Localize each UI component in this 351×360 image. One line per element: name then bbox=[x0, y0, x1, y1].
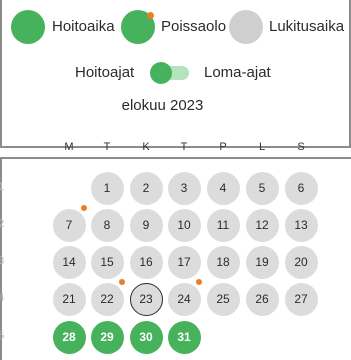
day-cell[interactable]: 4 bbox=[206, 171, 240, 205]
day-cell[interactable]: 12 bbox=[245, 208, 279, 242]
legend: Hoitoaika Poissaolo Lukitusaika bbox=[0, 8, 351, 48]
day-cell[interactable]: 8 bbox=[90, 208, 124, 242]
day-cell[interactable]: 1 bbox=[90, 171, 124, 205]
day-cell[interactable]: 22 bbox=[90, 282, 124, 316]
absence-marker-icon bbox=[119, 279, 125, 285]
week-number: 33 bbox=[0, 255, 5, 267]
week-number: 32 bbox=[0, 218, 5, 230]
legend-label-lukitusaika: Lukitusaika bbox=[269, 18, 345, 35]
day-cell[interactable]: 3 bbox=[167, 171, 201, 205]
day-cell[interactable]: 19 bbox=[245, 245, 279, 279]
day-cell[interactable]: 10 bbox=[167, 208, 201, 242]
weekday-header: T bbox=[180, 141, 188, 153]
day-cell[interactable]: 29 bbox=[90, 320, 124, 354]
legend-label-hoitoaika: Hoitoaika bbox=[52, 18, 115, 35]
view-toggle-thumb[interactable] bbox=[150, 62, 172, 84]
day-cell[interactable]: 18 bbox=[206, 245, 240, 279]
day-cell[interactable]: 28 bbox=[52, 320, 86, 354]
day-cell[interactable]: 24 bbox=[167, 282, 201, 316]
day-cell[interactable]: 30 bbox=[129, 320, 163, 354]
day-cell[interactable]: 6 bbox=[284, 171, 318, 205]
poissaolo-marker-icon bbox=[147, 12, 154, 19]
day-cell[interactable]: 15 bbox=[90, 245, 124, 279]
day-cell-today[interactable]: 23 bbox=[129, 282, 163, 316]
day-cell[interactable]: 21 bbox=[52, 282, 86, 316]
day-cell[interactable]: 17 bbox=[167, 245, 201, 279]
absence-marker-icon bbox=[81, 205, 87, 211]
day-cell[interactable]: 13 bbox=[284, 208, 318, 242]
day-cell[interactable]: 7 bbox=[52, 208, 86, 242]
legend-label-poissaolo: Poissaolo bbox=[161, 18, 227, 35]
day-cell[interactable]: 14 bbox=[52, 245, 86, 279]
lukitusaika-legend-dot bbox=[229, 10, 263, 44]
weekday-header: S bbox=[297, 141, 305, 153]
week-number: 31 bbox=[0, 181, 5, 193]
weekday-header: M bbox=[64, 141, 74, 153]
toggle-label-hoitoajat[interactable]: Hoitoajat bbox=[75, 64, 134, 81]
day-cell[interactable]: 16 bbox=[129, 245, 163, 279]
day-cell[interactable]: 27 bbox=[284, 282, 318, 316]
absence-marker-icon bbox=[196, 279, 202, 285]
day-cell[interactable]: 20 bbox=[284, 245, 318, 279]
day-cell[interactable]: 26 bbox=[245, 282, 279, 316]
day-cell[interactable]: 2 bbox=[129, 171, 163, 205]
week-number: 34 bbox=[0, 292, 5, 304]
week-number: 35 bbox=[0, 330, 5, 342]
weekday-header: T bbox=[103, 141, 111, 153]
month-title: elokuu 2023 bbox=[121, 97, 204, 114]
day-cell[interactable]: 5 bbox=[245, 171, 279, 205]
weekday-header: P bbox=[219, 141, 227, 153]
weekday-header: K bbox=[142, 141, 150, 153]
day-cell[interactable]: 31 bbox=[167, 320, 201, 354]
hoitoaika-legend-dot bbox=[11, 10, 45, 44]
day-cell[interactable]: 11 bbox=[206, 208, 240, 242]
day-cell[interactable]: 25 bbox=[206, 282, 240, 316]
weekday-header: L bbox=[258, 141, 266, 153]
day-cell[interactable]: 9 bbox=[129, 208, 163, 242]
toggle-label-loma-ajat[interactable]: Loma-ajat bbox=[204, 64, 271, 81]
